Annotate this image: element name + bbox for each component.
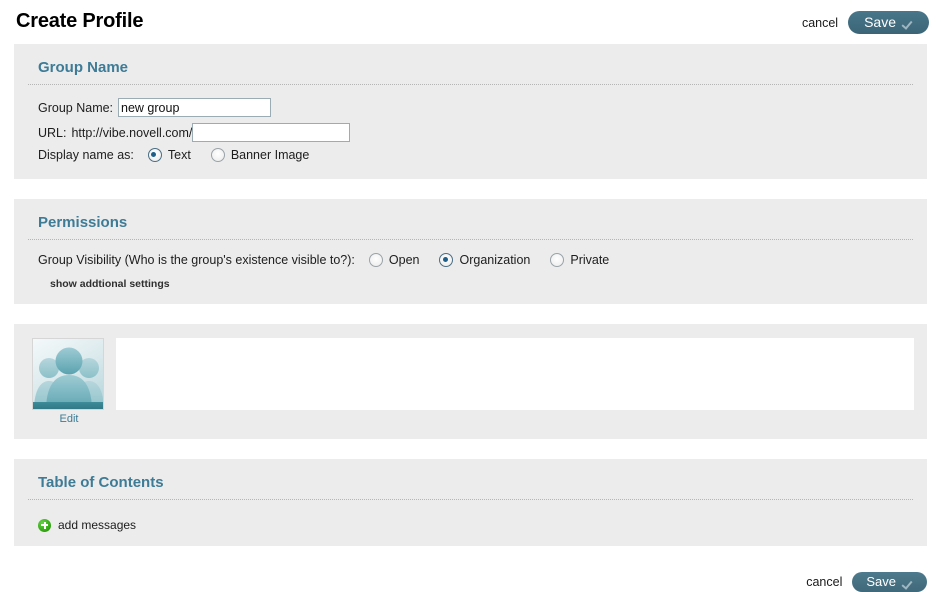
radio-visibility-open-label[interactable]: Open	[389, 253, 420, 267]
group-name-section-title: Group Name	[28, 56, 913, 85]
radio-visibility-organization[interactable]	[439, 253, 454, 267]
url-row: URL: http://vibe.novell.com/	[28, 120, 913, 145]
display-name-label: Display name as:	[38, 148, 134, 162]
radio-visibility-private[interactable]	[550, 253, 565, 267]
save-button-top-label: Save	[864, 14, 896, 30]
save-button-bottom-label: Save	[866, 574, 896, 589]
add-messages-row[interactable]: add messages	[28, 510, 913, 534]
add-messages-link[interactable]: add messages	[58, 518, 136, 532]
group-avatar-icon	[32, 338, 104, 410]
radio-display-banner-image[interactable]	[210, 148, 225, 162]
cancel-button-top[interactable]: cancel	[802, 16, 838, 30]
group-name-row: Group Name:	[28, 95, 913, 120]
group-name-input[interactable]	[118, 98, 272, 117]
footer-actions: cancel Save	[0, 566, 941, 592]
radio-visibility-open[interactable]	[368, 253, 383, 267]
save-button-top[interactable]: Save	[848, 11, 929, 34]
radio-visibility-private-label[interactable]: Private	[570, 253, 609, 267]
display-name-radio-group: Text Banner Image	[147, 148, 323, 162]
avatar-block: Edit	[32, 338, 106, 425]
group-visibility-row: Group Visibility (Who is the group's exi…	[28, 250, 913, 270]
group-name-panel: Group Name Group Name: URL: http://vibe.…	[14, 44, 927, 179]
display-name-row: Display name as: Text Banner Image	[28, 145, 913, 165]
header-actions: cancel Save	[802, 11, 929, 34]
avatar-edit-link[interactable]: Edit	[60, 413, 79, 425]
page-header: Create Profile cancel Save	[0, 0, 941, 44]
cancel-button-bottom[interactable]: cancel	[806, 575, 842, 589]
profile-media-panel: Edit	[14, 324, 927, 439]
group-visibility-radio-group: Open Organization Private	[368, 253, 623, 267]
table-of-contents-section-title: Table of Contents	[28, 471, 913, 500]
group-name-label: Group Name:	[38, 100, 114, 115]
checkmark-icon-bottom	[903, 576, 915, 588]
checkmark-icon	[903, 16, 915, 28]
radio-display-text[interactable]	[147, 148, 162, 162]
radio-display-banner-image-label[interactable]: Banner Image	[231, 148, 310, 162]
group-avatar-svg	[33, 339, 103, 409]
group-visibility-label: Group Visibility (Who is the group's exi…	[38, 253, 355, 267]
page-title: Create Profile	[16, 10, 144, 32]
save-button-bottom[interactable]: Save	[852, 572, 927, 592]
url-prefix-text: http://vibe.novell.com/	[71, 125, 193, 140]
radio-visibility-organization-label[interactable]: Organization	[459, 253, 530, 267]
radio-display-text-label[interactable]: Text	[168, 148, 191, 162]
permissions-section-title: Permissions	[28, 211, 913, 240]
table-of-contents-panel: Table of Contents add messages	[14, 459, 927, 546]
show-additional-settings-link[interactable]: show addtional settings	[50, 278, 170, 290]
url-label: URL:	[38, 125, 67, 140]
description-input[interactable]	[116, 338, 914, 410]
plus-circle-icon	[38, 518, 51, 532]
permissions-panel: Permissions Group Visibility (Who is the…	[14, 199, 927, 304]
url-input[interactable]	[192, 123, 351, 142]
